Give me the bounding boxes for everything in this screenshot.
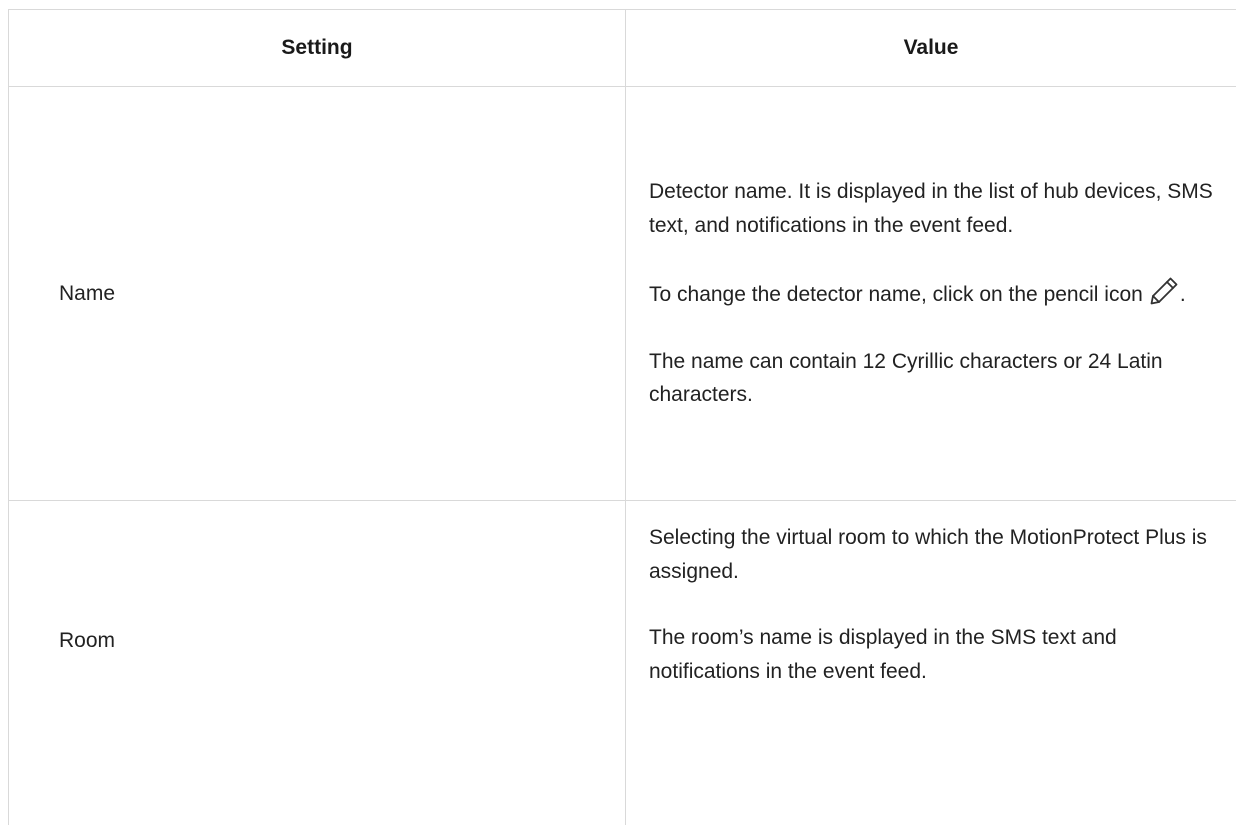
column-header-value: Value — [625, 9, 1236, 87]
setting-name-cell: Name — [8, 86, 626, 501]
table-row-name: Name Detector name. It is displayed in t… — [8, 86, 1236, 501]
value-room-cell: Selecting the virtual room to which the … — [625, 500, 1236, 825]
name-length-limits: The name can contain 12 Cyrillic charact… — [649, 349, 1163, 407]
value-name-cell: Detector name. It is displayed in the li… — [625, 86, 1236, 501]
setting-room-cell: Room — [8, 500, 626, 825]
name-change-text: To change the detector name, click on th… — [649, 283, 1143, 307]
settings-table: Setting Value Name Detector name. It is … — [8, 9, 1236, 825]
pencil-suffix: . — [1179, 283, 1186, 307]
column-header-setting: Setting — [8, 9, 626, 87]
table-row-room: Room Selecting the virtual room to which… — [8, 500, 1236, 825]
pencil-icon — [1148, 275, 1180, 307]
room-description: Selecting the virtual room to which the … — [649, 526, 1207, 583]
name-description: Detector name. It is displayed in the li… — [649, 180, 1213, 237]
name-change-instructions: To change the detector name, click on th… — [649, 275, 1216, 312]
room-display-note: The room’s name is displayed in the SMS … — [649, 626, 1117, 683]
table-header: Setting Value — [8, 9, 1236, 87]
table-header-row: Setting Value — [8, 9, 1236, 87]
